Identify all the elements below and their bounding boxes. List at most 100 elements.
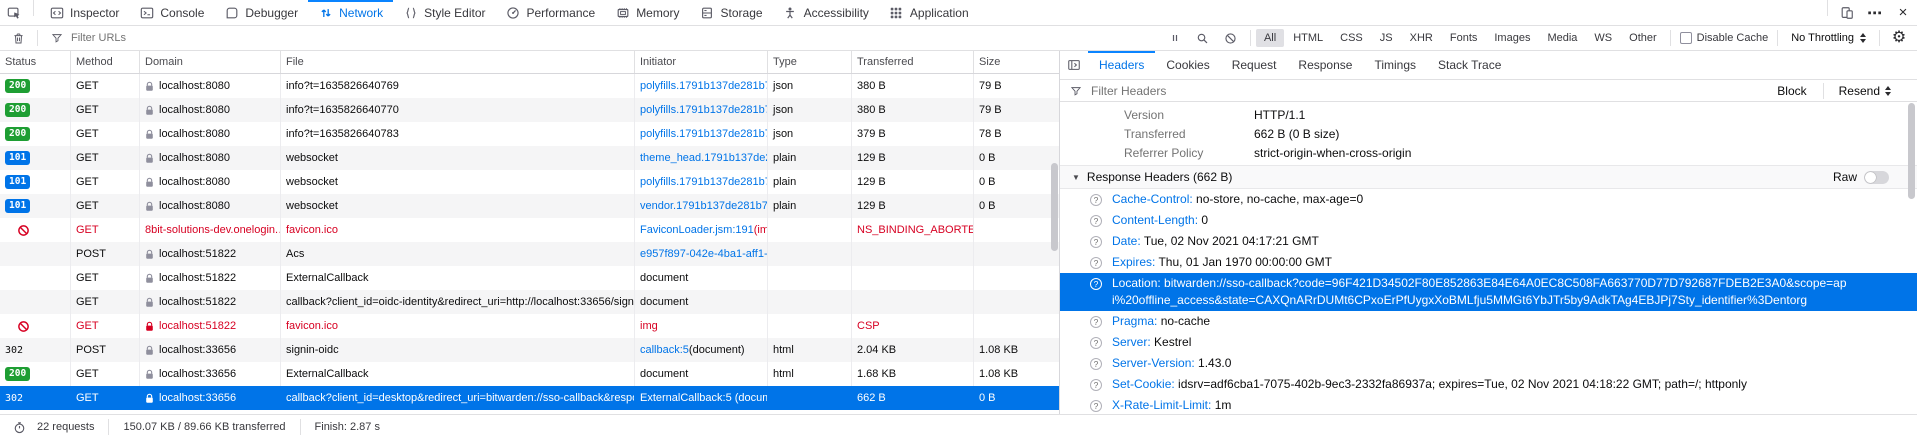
request-row[interactable]: GETlocalhost:51822callback?client_id=oid… — [0, 290, 1059, 314]
request-blocking-button[interactable] — [1217, 31, 1245, 46]
request-row[interactable]: POSTlocalhost:51822Acse957f897-042e-4ba1… — [0, 242, 1059, 266]
throttling-select[interactable]: No Throttling — [1783, 32, 1874, 44]
initiator-link[interactable]: polyfills.1791b137de281b787… — [640, 176, 768, 188]
column-header-type[interactable]: Type — [768, 51, 852, 73]
details-tab-timings[interactable]: Timings — [1363, 51, 1427, 79]
column-header-domain[interactable]: Domain — [140, 51, 281, 73]
type-filter-images[interactable]: Images — [1486, 29, 1538, 47]
header-name[interactable]: Content-Length: — [1112, 213, 1201, 227]
request-row[interactable]: 101GETlocalhost:8080websockettheme_head.… — [0, 146, 1059, 170]
details-tab-response[interactable]: Response — [1287, 51, 1363, 79]
details-tab-cookies[interactable]: Cookies — [1155, 51, 1220, 79]
header-name[interactable]: Location: — [1112, 276, 1164, 290]
header-row[interactable]: ?Server: Kestrel — [1060, 332, 1917, 353]
request-row[interactable]: 302GETlocalhost:33656callback?client_id=… — [0, 386, 1059, 410]
resend-button[interactable]: Resend — [1835, 84, 1895, 98]
tab-inspector[interactable]: Inspector — [39, 0, 129, 25]
initiator-link[interactable]: callback:5 — [640, 344, 689, 356]
header-row[interactable]: ?Content-Length: 0 — [1060, 210, 1917, 231]
block-url-button[interactable]: Block — [1772, 84, 1811, 98]
help-icon[interactable]: ? — [1090, 316, 1102, 328]
pick-element-button[interactable] — [0, 0, 28, 25]
header-row[interactable]: ?Expires: Thu, 01 Jan 1970 00:00:00 GMT — [1060, 252, 1917, 273]
help-icon[interactable]: ? — [1090, 358, 1102, 370]
type-filter-html[interactable]: HTML — [1285, 29, 1331, 47]
response-headers-section[interactable]: ▼ Response Headers (662 B) Raw — [1060, 165, 1917, 189]
request-row[interactable]: GETlocalhost:51822favicon.icoimgCSP — [0, 314, 1059, 338]
header-row[interactable]: ?Server-Version: 1.43.0 — [1060, 353, 1917, 374]
help-icon[interactable]: ? — [1090, 337, 1102, 349]
pause-traffic-button[interactable] — [1161, 31, 1189, 46]
initiator-link[interactable]: polyfills.1791b137de281b787… — [640, 128, 768, 140]
url-filter-input[interactable] — [69, 31, 1155, 45]
tab-accessibility[interactable]: Accessibility — [773, 0, 879, 25]
search-button[interactable] — [1189, 31, 1217, 46]
initiator-link[interactable]: polyfills.1791b137de281b787… — [640, 80, 768, 92]
help-icon[interactable]: ? — [1090, 400, 1102, 412]
request-row[interactable]: GETlocalhost:51822ExternalCallbackdocume… — [0, 266, 1059, 290]
help-icon[interactable]: ? — [1090, 215, 1102, 227]
clear-requests-button[interactable] — [4, 31, 32, 46]
header-name[interactable]: Set-Cookie: — [1112, 377, 1178, 391]
request-row[interactable]: 101GETlocalhost:8080websocketvendor.1791… — [0, 194, 1059, 218]
disable-cache-control[interactable]: Disable Cache — [1676, 32, 1773, 44]
help-icon[interactable]: ? — [1090, 278, 1102, 290]
tab-application[interactable]: Application — [879, 0, 979, 25]
tab-style-editor[interactable]: Style Editor — [393, 0, 495, 25]
devtools-menu-button[interactable]: ⋯ — [1861, 0, 1889, 25]
request-row[interactable]: GET8bit-solutions-dev.onelogin.…favicon.… — [0, 218, 1059, 242]
column-header-size[interactable]: Size — [974, 51, 1059, 73]
details-scrollbar-thumb[interactable] — [1908, 103, 1915, 199]
request-row[interactable]: 101GETlocalhost:8080websocketpolyfills.1… — [0, 170, 1059, 194]
type-filter-all[interactable]: All — [1256, 29, 1284, 47]
performance-analysis-button[interactable] — [10, 420, 28, 435]
details-tab-request[interactable]: Request — [1221, 51, 1288, 79]
header-row[interactable]: ?Location: bitwarden://sso-callback?code… — [1060, 273, 1917, 311]
initiator-link[interactable]: polyfills.1791b137de281b787… — [640, 104, 768, 116]
initiator-link[interactable]: theme_head.1791b137de281… — [640, 152, 768, 164]
type-filter-fonts[interactable]: Fonts — [1442, 29, 1486, 47]
header-name[interactable]: Expires: — [1112, 255, 1158, 269]
request-row[interactable]: 200GETlocalhost:8080info?t=1635826640769… — [0, 74, 1059, 98]
tab-performance[interactable]: Performance — [495, 0, 605, 25]
table-scrollbar-thumb[interactable] — [1051, 163, 1058, 251]
raw-toggle-switch[interactable] — [1864, 171, 1889, 184]
request-row[interactable]: 200GETlocalhost:8080info?t=1635826640783… — [0, 122, 1059, 146]
tab-console[interactable]: Console — [129, 0, 214, 25]
header-name[interactable]: Server-Version: — [1112, 356, 1198, 370]
disable-cache-checkbox[interactable] — [1680, 32, 1692, 44]
split-view-toggle-button[interactable] — [1060, 51, 1088, 79]
request-row[interactable]: 200GETlocalhost:33656ExternalCallbackdoc… — [0, 362, 1059, 386]
help-icon[interactable]: ? — [1090, 236, 1102, 248]
header-name[interactable]: Date: — [1112, 234, 1144, 248]
column-header-status[interactable]: Status — [0, 51, 71, 73]
header-name[interactable]: Server: — [1112, 335, 1154, 349]
close-devtools-button[interactable]: × — [1889, 0, 1917, 25]
type-filter-other[interactable]: Other — [1621, 29, 1665, 47]
initiator-link[interactable]: vendor.1791b137de281b787… — [640, 200, 768, 212]
header-row[interactable]: ?Cache-Control: no-store, no-cache, max-… — [1060, 189, 1917, 210]
header-row[interactable]: ?Set-Cookie: idsrv=adf6cba1-7075-402b-9e… — [1060, 374, 1917, 395]
type-filter-css[interactable]: CSS — [1332, 29, 1371, 47]
type-filter-media[interactable]: Media — [1539, 29, 1585, 47]
tab-memory[interactable]: Memory — [605, 0, 689, 25]
help-icon[interactable]: ? — [1090, 194, 1102, 206]
network-settings-button[interactable]: ⚙ — [1885, 30, 1913, 46]
initiator-link[interactable]: FaviconLoader.jsm:191 — [640, 224, 754, 236]
details-tab-headers[interactable]: Headers — [1088, 51, 1155, 79]
headers-filter-input[interactable] — [1089, 83, 1766, 99]
column-header-file[interactable]: File — [281, 51, 635, 73]
tab-storage[interactable]: Storage — [690, 0, 773, 25]
type-filter-ws[interactable]: WS — [1586, 29, 1620, 47]
header-row[interactable]: ?Date: Tue, 02 Nov 2021 04:17:21 GMT — [1060, 231, 1917, 252]
request-row[interactable]: 302POSTlocalhost:33656signin-oidccallbac… — [0, 338, 1059, 362]
tab-debugger[interactable]: Debugger — [214, 0, 308, 25]
header-row[interactable]: ?Pragma: no-cache — [1060, 311, 1917, 332]
column-header-initiator[interactable]: Initiator — [635, 51, 768, 73]
header-name[interactable]: X-Rate-Limit-Limit: — [1112, 398, 1215, 412]
responsive-design-button[interactable] — [1833, 0, 1861, 25]
header-name[interactable]: Cache-Control: — [1112, 192, 1196, 206]
initiator-link[interactable]: e957f897-042e-4ba1-aff1-… — [640, 248, 768, 260]
type-filter-xhr[interactable]: XHR — [1402, 29, 1441, 47]
type-filter-js[interactable]: JS — [1372, 29, 1401, 47]
